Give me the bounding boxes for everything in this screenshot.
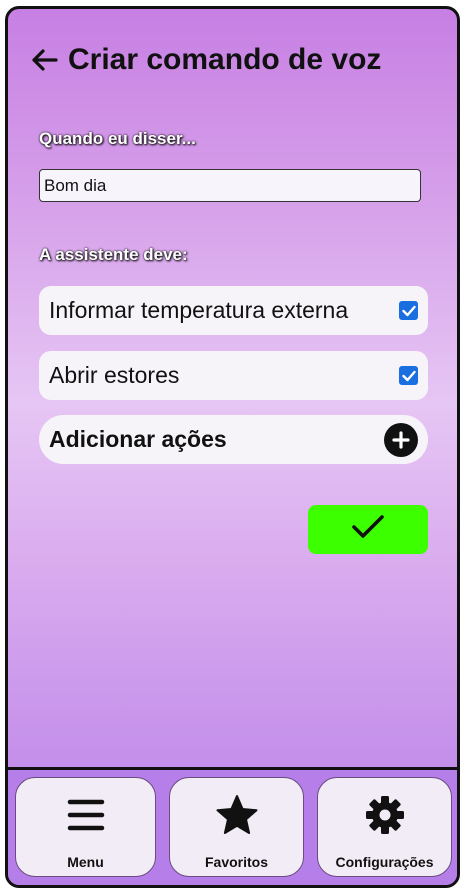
action-item-label: Abrir estores <box>49 362 180 388</box>
nav-favorites-button[interactable]: Favoritos <box>169 777 304 877</box>
add-action-button[interactable]: Adicionar ações <box>39 415 428 464</box>
action-item-label: Informar temperatura externa <box>49 297 349 323</box>
trigger-label: Quando eu disser... <box>39 129 196 148</box>
action-item-temperature[interactable]: Informar temperatura externa <box>39 286 428 335</box>
nav-label: Favoritos <box>204 854 268 870</box>
nav-settings-button[interactable]: Configurações <box>317 777 452 877</box>
voice-phrase-input[interactable] <box>39 169 421 202</box>
star-icon <box>215 794 259 836</box>
action-checkbox[interactable] <box>399 301 418 320</box>
phone-frame: Criar comando de voz Quando eu disser...… <box>5 6 460 888</box>
hamburger-icon <box>67 794 105 836</box>
action-item-blinds[interactable]: Abrir estores <box>39 351 428 400</box>
gear-icon <box>364 794 406 836</box>
actions-label: A assistente deve: <box>39 245 188 264</box>
add-action-label: Adicionar ações <box>49 426 227 452</box>
arrow-left-icon[interactable] <box>30 48 58 72</box>
plus-circle-icon <box>384 422 418 457</box>
confirm-button[interactable] <box>308 505 428 554</box>
page-title: Criar comando de voz <box>68 43 382 76</box>
action-checkbox[interactable] <box>399 366 418 385</box>
bottom-nav: Menu Favoritos Configurações <box>8 767 457 885</box>
nav-label: Configurações <box>335 854 434 870</box>
checkmark-icon <box>351 514 385 545</box>
nav-menu-button[interactable]: Menu <box>15 777 156 877</box>
header: Criar comando de voz <box>30 43 381 77</box>
nav-label: Menu <box>67 854 104 870</box>
